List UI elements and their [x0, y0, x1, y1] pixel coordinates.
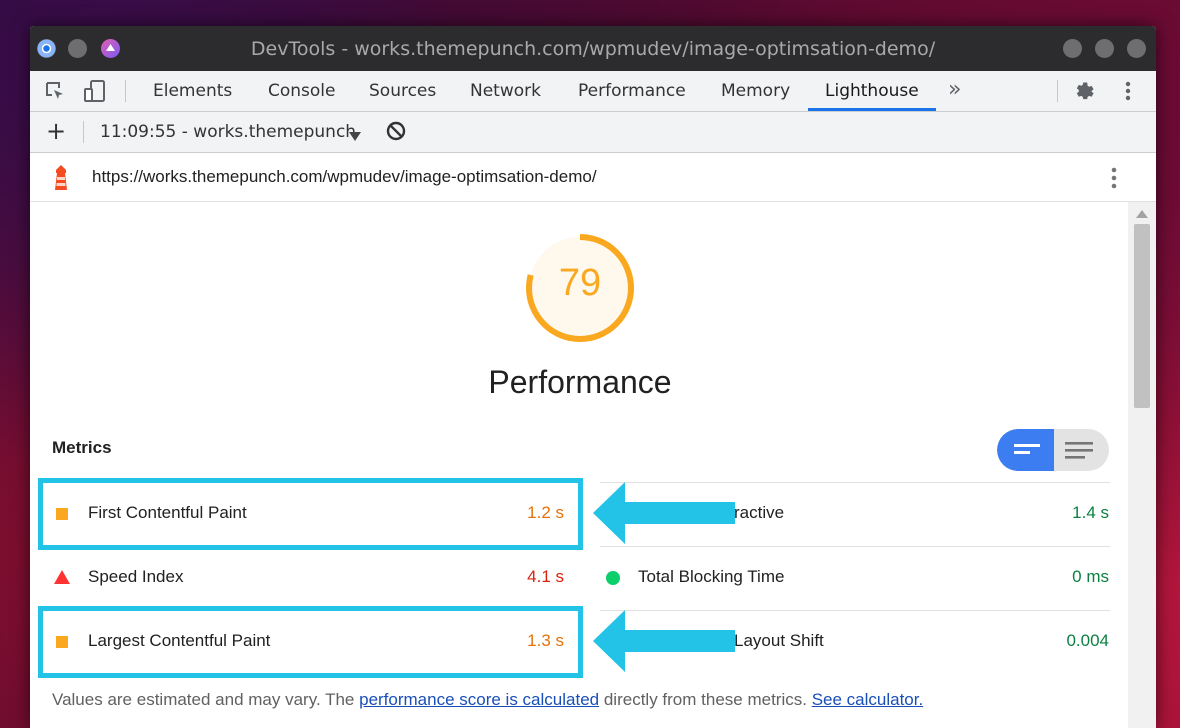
list-lines-icon[interactable] — [1065, 439, 1095, 461]
footnote: Values are estimated and may vary. The p… — [52, 690, 923, 710]
inspect-element-icon[interactable] — [44, 80, 66, 106]
settings-gear-icon[interactable] — [1073, 79, 1097, 107]
minimize-button[interactable] — [1063, 39, 1082, 58]
clear-block-icon[interactable] — [385, 120, 407, 146]
report-url-bar: https://works.themepunch.com/wpmudev/ima… — [30, 153, 1156, 202]
toolbar-divider — [1057, 80, 1058, 102]
metric-total-blocking-time: Total Blocking Time 0 ms — [602, 546, 1109, 610]
add-report-button[interactable]: + — [46, 117, 66, 145]
close-button[interactable] — [1127, 39, 1146, 58]
window-title: DevTools - works.themepunch.com/wpmudev/… — [250, 38, 936, 60]
devtools-toolbar: Elements Console Sources Network Perform… — [30, 71, 1156, 112]
metric-label: Layout Shift — [734, 631, 824, 650]
tab-console[interactable]: Console — [268, 81, 336, 101]
url-menu-icon[interactable] — [1110, 166, 1118, 195]
maximize-button[interactable] — [1095, 39, 1114, 58]
metric-label: ractive — [734, 503, 785, 522]
performance-score: 79 — [558, 262, 602, 304]
toolbar-divider — [125, 80, 126, 102]
highlight-box — [38, 478, 583, 550]
metric-label: Total Blocking Time — [638, 567, 785, 586]
fail-triangle-icon — [54, 570, 70, 584]
title-bar: DevTools - works.themepunch.com/wpmudev/… — [30, 26, 1156, 71]
tab-sources[interactable]: Sources — [369, 81, 436, 101]
toolbar-divider — [83, 121, 84, 143]
tab-lighthouse[interactable]: Lighthouse — [825, 81, 919, 101]
tab-memory[interactable]: Memory — [721, 81, 790, 101]
summary-lines-icon — [1014, 444, 1040, 454]
highlight-box — [38, 606, 583, 678]
more-tabs-button[interactable]: » — [948, 77, 961, 102]
report-selector[interactable]: 11:09:55 - works.themepunch — [100, 122, 356, 142]
metric-value: 0.004 — [1066, 631, 1109, 650]
scroll-up-arrow-icon[interactable] — [1136, 210, 1148, 218]
metric-value: 1.4 s — [1072, 503, 1109, 522]
report-url: https://works.themepunch.com/wpmudev/ima… — [92, 167, 597, 186]
see-calculator-link[interactable]: See calculator. — [812, 690, 924, 709]
devtools-window: DevTools - works.themepunch.com/wpmudev/… — [30, 26, 1156, 728]
metrics-heading: Metrics — [52, 438, 112, 457]
metric-value: 4.1 s — [527, 567, 564, 586]
scrollbar-thumb[interactable] — [1134, 224, 1150, 408]
lighthouse-report-bar: + 11:09:55 - works.themepunch — [30, 112, 1156, 153]
pass-circle-icon — [606, 571, 620, 585]
chevron-down-icon[interactable] — [349, 127, 361, 146]
metrics-view-toggle[interactable] — [997, 429, 1109, 471]
kebab-menu-icon[interactable] — [1124, 80, 1132, 106]
tab-performance[interactable]: Performance — [578, 81, 686, 101]
footnote-text: Values are estimated and may vary. The — [52, 690, 360, 709]
active-tab-indicator — [808, 108, 936, 111]
annotation-arrow-icon — [593, 610, 735, 672]
score-calculated-link[interactable]: performance score is calculated — [359, 690, 599, 709]
category-title: Performance — [488, 364, 672, 400]
annotation-arrow-icon — [593, 482, 735, 544]
device-toolbar-icon[interactable] — [83, 80, 107, 106]
tab-elements[interactable]: Elements — [153, 81, 232, 101]
metric-label: Speed Index — [88, 567, 184, 586]
lighthouse-logo-icon — [50, 165, 72, 196]
toggle-summary-option[interactable] — [997, 429, 1054, 471]
tab-network[interactable]: Network — [470, 81, 541, 101]
footnote-text: directly from these metrics. — [599, 690, 812, 709]
metric-value: 0 ms — [1072, 567, 1109, 586]
metric-speed-index: Speed Index 4.1 s — [52, 546, 564, 610]
